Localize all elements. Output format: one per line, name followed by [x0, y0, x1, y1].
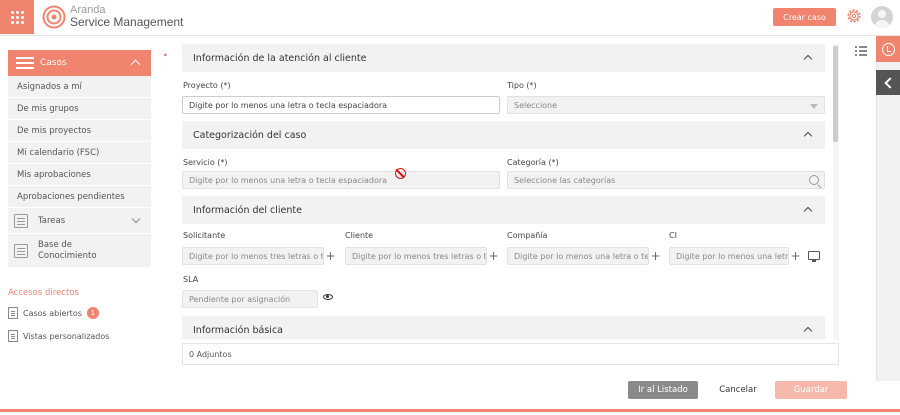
required-marker: •	[163, 51, 168, 60]
proyecto-label: Proyecto (*)	[183, 81, 231, 90]
knowledge-base-icon	[14, 243, 28, 258]
categoria-label: Categoría (*)	[507, 158, 559, 167]
section-attention[interactable]: Información de la atención al cliente	[182, 44, 825, 72]
gear-icon[interactable]	[845, 7, 863, 25]
chevron-up-icon	[803, 326, 813, 336]
bottom-accent-line	[0, 409, 900, 412]
sidebar-item-assigned[interactable]: Asignados a mí	[8, 76, 151, 98]
tasks-icon	[14, 213, 28, 228]
section-title: Información de la atención al cliente	[193, 52, 367, 64]
user-avatar[interactable]	[871, 6, 893, 28]
apps-menu-button[interactable]	[0, 0, 34, 34]
brand-line-2: Service Management	[70, 15, 184, 29]
sidebar-item-my-projects[interactable]: De mis proyectos	[8, 120, 151, 142]
tipo-select[interactable]: Seleccione	[507, 96, 825, 114]
top-bar: Aranda Service Management Crear caso	[0, 0, 900, 36]
count-badge: 1	[86, 307, 99, 319]
sla-label: SLA	[183, 275, 199, 284]
timer-icon	[881, 42, 895, 56]
tipo-label: Tipo (*)	[507, 81, 537, 90]
list-view-icon[interactable]	[855, 46, 867, 56]
section-title: Información del cliente	[193, 204, 302, 216]
eye-icon[interactable]	[323, 294, 333, 300]
add-cliente-button[interactable]: +	[487, 247, 500, 265]
go-to-list-button[interactable]: Ir al Listado	[628, 381, 698, 399]
solicitante-label: Solicitante	[183, 231, 226, 240]
compania-input[interactable]: Digite por lo menos una letra o te...	[507, 247, 649, 265]
monitor-icon[interactable]	[808, 251, 820, 262]
sidebar-item-knowledge-base[interactable]: Base de Conocimiento	[8, 234, 151, 268]
categoria-placeholder: Seleccione las categorías	[514, 175, 616, 185]
save-button[interactable]: Guardar	[775, 381, 847, 399]
document-icon	[8, 307, 18, 319]
tasks-label: Tareas	[38, 215, 66, 226]
servicio-input[interactable]: Digite por lo menos una letra o tecla es…	[182, 171, 500, 189]
sidebar-item-my-groups[interactable]: De mis grupos	[8, 98, 151, 120]
sla-input[interactable]: Pendiente por asignación	[182, 290, 318, 308]
add-solicitante-button[interactable]: +	[324, 247, 337, 265]
chevron-up-icon	[803, 206, 813, 216]
case-form: Información de la atención al cliente Pr…	[182, 44, 825, 339]
tipo-value: Seleccione	[514, 100, 558, 110]
ci-input[interactable]: Digite por lo menos una letr...	[669, 247, 789, 265]
search-icon	[809, 175, 819, 185]
compania-label: Compañía	[507, 231, 548, 240]
dropdown-arrow-icon	[810, 104, 818, 109]
section-title: Categorización del caso	[193, 129, 307, 141]
document-icon	[8, 330, 18, 342]
add-compania-button[interactable]: +	[649, 247, 662, 265]
section-category[interactable]: Categorización del caso	[182, 121, 825, 149]
collapse-panel-button[interactable]	[876, 70, 900, 95]
proyecto-input[interactable]: Digite por lo menos una letra o tecla es…	[182, 96, 500, 114]
form-scrollbar-thumb[interactable]	[833, 46, 838, 142]
sidebar-item-my-approvals[interactable]: Mis aprobaciones	[8, 164, 151, 186]
servicio-label: Servicio (*)	[183, 158, 228, 167]
sidebar-item-pending-approvals[interactable]: Aprobaciones pendientes	[8, 186, 151, 208]
categoria-input[interactable]: Seleccione las categorías	[507, 171, 825, 189]
avatar-body-icon	[874, 20, 890, 28]
knowledge-base-label: Base de Conocimiento	[38, 239, 97, 261]
shortcut-label: Casos abiertos	[23, 308, 82, 318]
section-title: Información básica	[193, 324, 283, 336]
attachments-bar[interactable]: 0 Adjuntos	[182, 343, 839, 365]
shortcuts-title: Accesos directos	[8, 288, 79, 298]
cases-icon	[16, 57, 34, 69]
sidebar-menu: Casos Asignados a mí De mis grupos De mi…	[8, 50, 151, 268]
chevron-left-icon	[884, 76, 896, 89]
solicitante-input[interactable]: Digite por lo menos tres letras o t...	[182, 247, 324, 265]
shortcut-open-cases[interactable]: Casos abiertos 1	[8, 307, 99, 319]
cancel-button[interactable]: Cancelar	[707, 381, 769, 399]
sidebar-item-calendar[interactable]: Mi calendario (FSC)	[8, 142, 151, 164]
chevron-up-icon	[803, 131, 813, 141]
avatar-head-icon	[878, 10, 886, 18]
brand-name: Aranda Service Management	[70, 4, 183, 28]
sla-timer-button[interactable]	[876, 36, 900, 62]
apps-grid-icon	[10, 10, 24, 24]
sidebar-section-label: Casos	[40, 58, 67, 68]
create-case-button[interactable]: Crear caso	[773, 8, 836, 26]
section-client[interactable]: Información del cliente	[182, 196, 825, 224]
chevron-down-icon	[131, 214, 141, 224]
ci-label: CI	[669, 231, 677, 240]
add-ci-button[interactable]: +	[789, 247, 802, 265]
chevron-up-icon	[803, 54, 813, 64]
shortcut-label: Vistas personalizados	[23, 331, 110, 341]
sidebar-section-casos[interactable]: Casos	[8, 50, 151, 76]
shortcut-custom-views[interactable]: Vistas personalizados	[8, 330, 109, 342]
cliente-label: Cliente	[345, 231, 374, 240]
sidebar: Casos Asignados a mí De mis grupos De mi…	[0, 36, 165, 406]
not-allowed-cursor-icon	[395, 168, 406, 179]
sidebar-item-tasks[interactable]: Tareas	[8, 208, 151, 234]
cliente-input[interactable]: Digite por lo menos tres letras o t...	[345, 247, 487, 265]
section-basic[interactable]: Información básica	[182, 316, 825, 339]
chevron-up-icon	[130, 59, 141, 70]
aranda-logo-icon	[42, 5, 66, 29]
